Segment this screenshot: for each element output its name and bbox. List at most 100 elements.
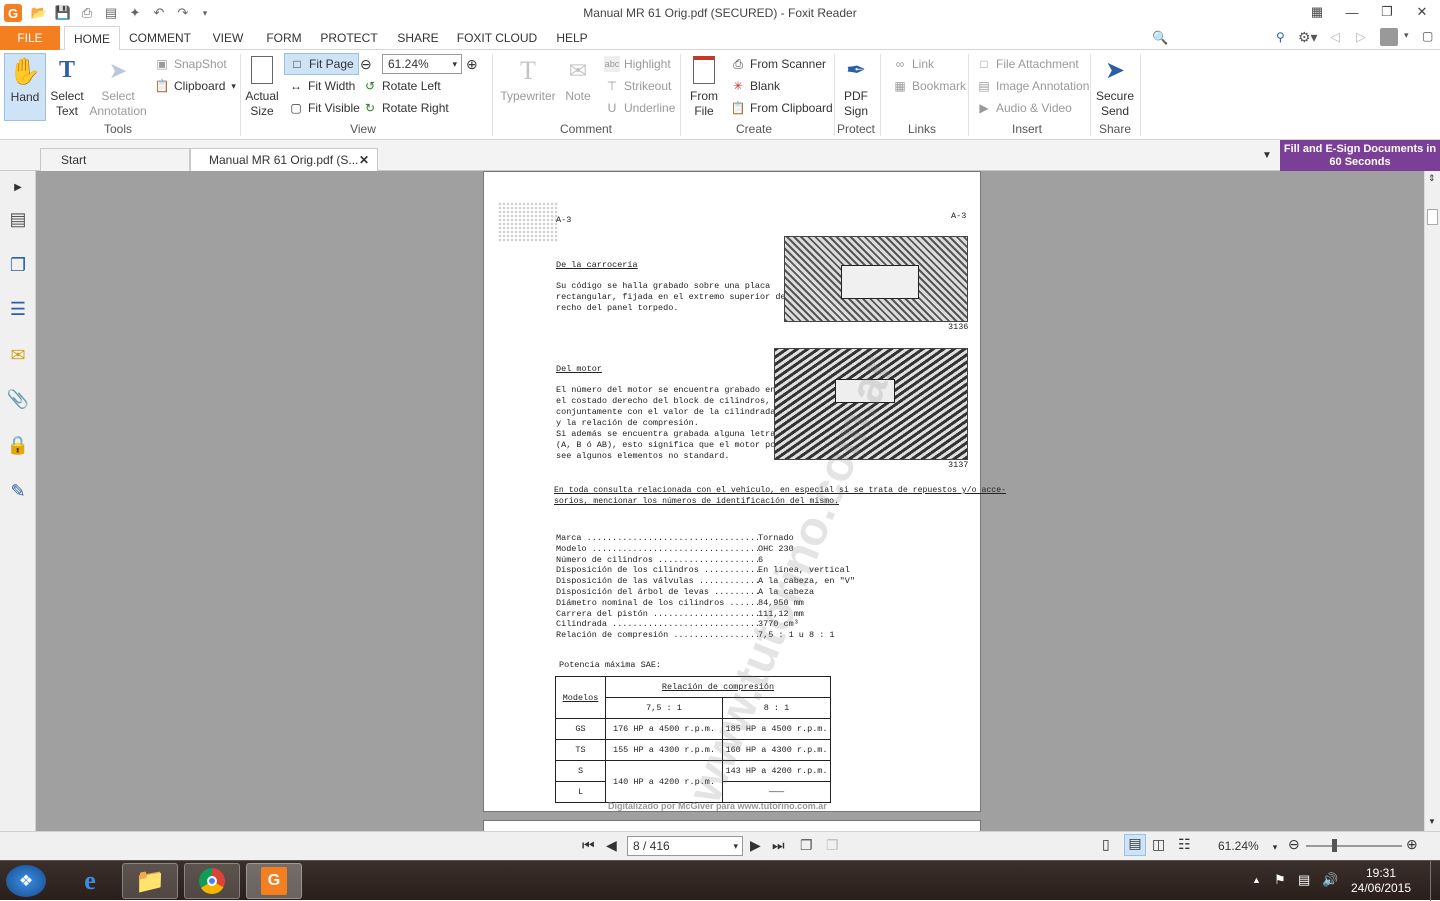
image-annotation-button[interactable]: ▤ Image Annotation — [976, 77, 1089, 95]
zoom-level-select[interactable]: 61.24% ▾ — [1218, 839, 1277, 853]
audio-video-button[interactable]: ▶ Audio & Video — [976, 99, 1071, 117]
hand-button[interactable]: ✋ Hand — [4, 53, 46, 121]
comments-panel-icon[interactable]: ✉ — [6, 343, 30, 367]
attachments-panel-icon[interactable]: 📎 — [6, 387, 30, 411]
layers-panel-icon[interactable]: ☰ — [6, 297, 30, 321]
restore-ribbon-icon[interactable]: ▦ — [1300, 0, 1334, 24]
tab-share[interactable]: SHARE — [392, 26, 444, 50]
tab-home[interactable]: HOME — [64, 26, 120, 51]
tab-foxit-cloud[interactable]: FOXIT CLOUD — [454, 26, 540, 50]
chrome-icon[interactable] — [184, 863, 240, 899]
actual-size-button[interactable]: Actual Size — [244, 53, 280, 121]
start-button-icon[interactable]: ❖ — [6, 865, 46, 897]
bookmarks-panel-icon[interactable]: ▤ — [6, 207, 30, 231]
system-clock[interactable]: 19:31 24/06/2015 — [1350, 866, 1412, 896]
spec-label: Disposición de las válvulas ............ — [556, 576, 761, 587]
show-desktop-button[interactable] — [1430, 861, 1440, 901]
expand-panel-icon[interactable]: ▶ — [6, 175, 30, 199]
secure-send-button[interactable]: ➤ Secure Send — [1094, 53, 1136, 121]
tab-protect[interactable]: PROTECT — [316, 26, 382, 50]
last-page-icon[interactable]: ⏭ — [772, 837, 785, 854]
section-title-body: De la carrocería — [556, 260, 638, 270]
tab-list-dropdown-icon[interactable]: ▼ — [1262, 150, 1272, 161]
previous-view-icon[interactable]: ❐ — [800, 837, 813, 854]
fit-page-button[interactable]: □ Fit Page — [284, 53, 359, 75]
volume-icon[interactable]: 🔊 — [1322, 872, 1338, 888]
clipboard-button[interactable]: 📋 Clipboard ▾ — [154, 77, 236, 95]
from-clipboard-button[interactable]: 📋 From Clipboard — [730, 99, 833, 117]
user-avatar-icon[interactable] — [1380, 28, 1398, 46]
tab-form[interactable]: FORM — [262, 26, 306, 50]
forward-icon[interactable]: ▷ — [1356, 29, 1366, 45]
note-button[interactable]: ✉ Note — [560, 53, 596, 121]
rotate-left-button[interactable]: ↺ Rotate Left — [362, 77, 441, 95]
close-button[interactable]: ✕ — [1405, 0, 1439, 24]
next-view-icon[interactable]: ❐ — [826, 837, 839, 854]
zoom-slider[interactable] — [1306, 845, 1402, 847]
promo-banner[interactable]: Fill and E-Sign Documents in 60 Seconds — [1280, 140, 1440, 171]
close-tab-icon[interactable]: ✕ — [359, 149, 369, 171]
typewriter-button[interactable]: T Typewriter — [500, 53, 556, 121]
highlight-button[interactable]: abc Highlight — [604, 55, 671, 73]
search-icon[interactable]: ⚲ — [1276, 30, 1285, 44]
scroll-down-icon[interactable]: ▼ — [1428, 817, 1436, 826]
from-file-button[interactable]: From File — [686, 53, 722, 121]
pages-panel-icon[interactable]: ❐ — [6, 253, 30, 277]
page-number-input[interactable]: 8 / 416 ▾ — [627, 836, 743, 856]
zoom-slider-thumb[interactable] — [1332, 839, 1337, 852]
file-menu[interactable]: FILE — [0, 26, 60, 50]
link-button[interactable]: ∞ Link — [892, 55, 934, 73]
document-viewer[interactable]: A-3 A-3 De la carrocería Su código se ha… — [36, 171, 1424, 831]
maximize-button[interactable]: ❐ — [1370, 0, 1404, 24]
fit-visible-button[interactable]: ▢ Fit Visible — [288, 99, 359, 117]
back-icon[interactable]: ◁ — [1330, 29, 1340, 45]
previous-page-icon[interactable]: ◀ — [606, 837, 617, 854]
tab-comment[interactable]: COMMENT — [124, 26, 196, 50]
from-scanner-button[interactable]: ⎙ From Scanner — [730, 55, 826, 73]
internet-explorer-icon[interactable]: e — [62, 863, 118, 899]
fit-width-button[interactable]: ↔ Fit Width — [288, 77, 355, 95]
foxit-reader-taskbar-icon[interactable]: G — [246, 863, 302, 899]
show-hidden-icons-icon[interactable]: ▲ — [1252, 875, 1261, 885]
first-page-icon[interactable]: ⏮ — [582, 837, 595, 854]
split-icon[interactable]: ⇕ — [1428, 173, 1436, 184]
tab-start[interactable]: Start — [40, 148, 190, 171]
table-cell: L — [555, 781, 606, 803]
view-group-label: View — [350, 122, 376, 136]
select-annotation-button[interactable]: ➤ Select Annotation — [89, 53, 146, 121]
snapshot-button[interactable]: ▣ SnapShot — [154, 55, 226, 73]
zoom-in-icon[interactable]: ⊕ — [466, 56, 478, 73]
continuous-page-icon[interactable]: ▤ — [1124, 834, 1146, 856]
continuous-facing-icon[interactable]: ☷ — [1178, 836, 1191, 853]
tab-view[interactable]: VIEW — [204, 26, 252, 50]
scrollbar-thumb[interactable] — [1427, 209, 1438, 225]
find-folder-icon[interactable]: 🔍 — [1152, 30, 1168, 46]
file-explorer-icon[interactable]: 📁 — [122, 863, 178, 899]
file-attachment-button[interactable]: □ File Attachment — [976, 55, 1078, 73]
zoom-out-icon[interactable]: ⊖ — [360, 56, 372, 73]
pdf-sign-button[interactable]: ✒ PDF Sign — [838, 53, 874, 121]
underline-button[interactable]: U Underline — [604, 99, 676, 117]
select-text-button[interactable]: T Select Text — [48, 53, 86, 121]
zoom-in-icon[interactable]: ⊕ — [1406, 836, 1418, 853]
bookmark-button[interactable]: ▦ Bookmark — [892, 77, 966, 95]
minimize-button[interactable]: — — [1335, 0, 1369, 24]
blank-button[interactable]: ✳ Blank — [730, 77, 780, 95]
rotate-right-button[interactable]: ↻ Rotate Right — [362, 99, 449, 117]
zoom-select[interactable]: 61.24% ▾ — [382, 54, 462, 74]
gear-icon[interactable]: ⚙▾ — [1298, 29, 1318, 46]
security-panel-icon[interactable]: 🔒 — [6, 433, 30, 457]
vertical-scrollbar[interactable]: ⇕ ▼ — [1424, 171, 1440, 831]
network-icon[interactable]: ▤ — [1298, 872, 1310, 888]
strikeout-button[interactable]: ⊤ Strikeout — [604, 77, 672, 95]
single-page-icon[interactable]: ▯ — [1102, 836, 1110, 853]
zoom-out-icon[interactable]: ⊖ — [1288, 836, 1300, 853]
tab-help[interactable]: HELP — [552, 26, 592, 50]
action-center-icon[interactable]: ⚑ — [1274, 872, 1286, 888]
user-dropdown-icon[interactable]: ▾ — [1404, 30, 1409, 41]
next-page-icon[interactable]: ▶ — [750, 837, 761, 854]
facing-page-icon[interactable]: ◫ — [1152, 836, 1165, 853]
pin-icon[interactable]: ▢ — [1422, 29, 1433, 43]
signatures-panel-icon[interactable]: ✎ — [6, 479, 30, 503]
tab-document[interactable]: Manual MR 61 Orig.pdf (S... ✕ — [190, 148, 378, 172]
